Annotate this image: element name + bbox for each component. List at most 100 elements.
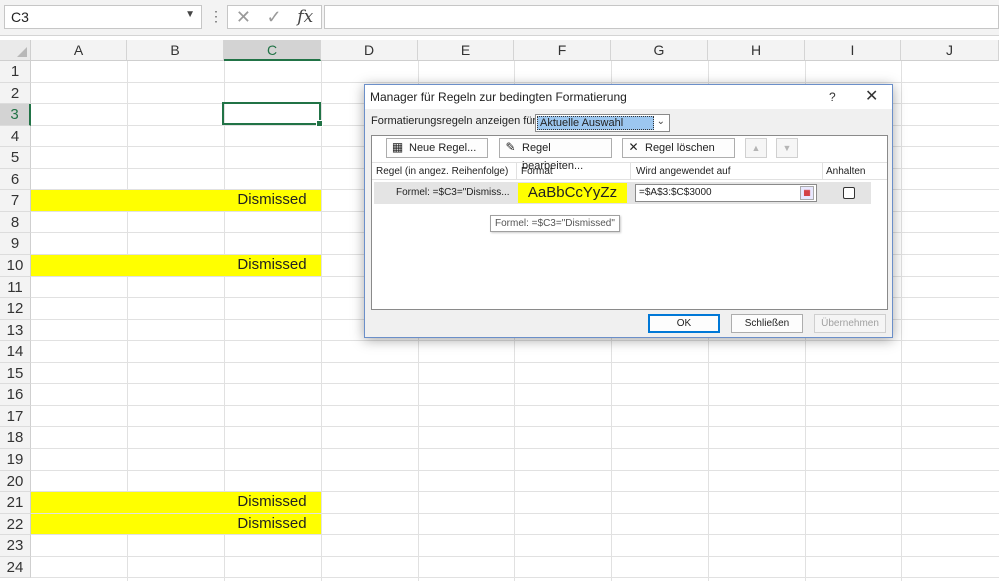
row-header-14[interactable]: 14 xyxy=(0,341,31,363)
name-box[interactable]: C3 ▼ xyxy=(4,5,202,29)
row-header-9[interactable]: 9 xyxy=(0,233,31,255)
row-header-23[interactable]: 23 xyxy=(0,535,31,557)
stop-if-true-checkbox[interactable] xyxy=(843,187,855,199)
help-button[interactable]: ? xyxy=(829,85,836,109)
gridline xyxy=(31,426,999,427)
row-header-24[interactable]: 24 xyxy=(0,557,31,578)
delete-rule-label: Regel löschen xyxy=(645,142,715,154)
show-rules-select[interactable]: Aktuelle Auswahl ⌄ xyxy=(535,114,670,132)
apply-button[interactable]: Übernehmen xyxy=(814,314,886,333)
cancel-icon[interactable]: ✕ xyxy=(236,7,251,28)
row-header-13[interactable]: 13 xyxy=(0,320,31,341)
row-header-12[interactable]: 12 xyxy=(0,298,31,320)
formula-buttons: ✕ ✓ fx xyxy=(227,5,322,29)
column-header-e[interactable]: E xyxy=(418,40,514,61)
dialog-title-bar[interactable]: Manager für Regeln zur bedingten Formati… xyxy=(365,85,892,109)
new-rule-icon: ▦ xyxy=(391,140,404,154)
new-rule-button[interactable]: ▦ Neue Regel... xyxy=(386,138,488,158)
applies-to-input[interactable]: =$A$3:$C$3000 ▦ xyxy=(635,184,817,202)
formula-input[interactable] xyxy=(324,5,999,29)
chevron-down-icon[interactable]: ⌄ xyxy=(657,116,665,127)
formula-bar: C3 ▼ ⋮ ✕ ✓ fx xyxy=(0,0,999,36)
row-header-16[interactable]: 16 xyxy=(0,384,31,406)
row-header-2[interactable]: 2 xyxy=(0,83,31,104)
close-icon[interactable]: ✕ xyxy=(865,85,878,109)
row-header-3[interactable]: 3 xyxy=(0,104,31,126)
range-select-icon[interactable]: ▦ xyxy=(800,186,814,200)
chevron-down-icon[interactable]: ▼ xyxy=(185,9,195,20)
ok-button[interactable]: OK xyxy=(648,314,720,333)
rule-tooltip: Formel: =$C3="Dismissed" xyxy=(490,215,620,232)
applies-to-value: =$A$3:$C$3000 xyxy=(639,187,712,198)
show-rules-label: Formatierungsregeln anzeigen für: xyxy=(371,115,540,127)
close-button[interactable]: Schließen xyxy=(731,314,803,333)
column-header-b[interactable]: B xyxy=(127,40,224,61)
insert-function-icon[interactable]: fx xyxy=(297,7,313,27)
row-header-22[interactable]: 22 xyxy=(0,514,31,535)
show-rules-value: Aktuelle Auswahl xyxy=(537,116,654,130)
edit-rule-button[interactable]: ✎ Regel bearbeiten... xyxy=(499,138,612,172)
cell-c10[interactable]: Dismissed xyxy=(224,254,320,276)
row-header-5[interactable]: 5 xyxy=(0,147,31,169)
row-header-18[interactable]: 18 xyxy=(0,427,31,449)
gridline xyxy=(31,470,999,471)
more-options-icon[interactable]: ⋮ xyxy=(209,8,223,25)
row-header-20[interactable]: 20 xyxy=(0,471,31,492)
new-rule-label: Neue Regel... xyxy=(409,142,477,154)
row-header-1[interactable]: 1 xyxy=(0,61,31,83)
delete-icon: ✕ xyxy=(628,140,639,154)
row-header-10[interactable]: 10 xyxy=(0,255,31,277)
column-header-g[interactable]: G xyxy=(611,40,708,61)
move-up-button[interactable]: ▲ xyxy=(745,138,767,158)
gridline xyxy=(31,556,999,557)
column-header-f[interactable]: F xyxy=(514,40,611,61)
header-applies-to: Wird angewendet auf xyxy=(636,166,731,177)
row-header-7[interactable]: 7 xyxy=(0,190,31,212)
row-header-15[interactable]: 15 xyxy=(0,363,31,384)
column-header-a[interactable]: A xyxy=(31,40,127,61)
dialog-title: Manager für Regeln zur bedingten Formati… xyxy=(370,90,627,104)
header-divider xyxy=(822,163,823,180)
row-header-4[interactable]: 4 xyxy=(0,126,31,147)
cell-c21[interactable]: Dismissed xyxy=(224,491,320,513)
cell-c22[interactable]: Dismissed xyxy=(224,513,320,535)
column-header-j[interactable]: J xyxy=(901,40,999,61)
gridline xyxy=(901,61,902,581)
gridline xyxy=(31,491,999,492)
row-header-6[interactable]: 6 xyxy=(0,169,31,190)
row-header-8[interactable]: 8 xyxy=(0,212,31,233)
rule-formula: Formel: =$C3="Dismiss... xyxy=(396,187,510,198)
row-header-11[interactable]: 11 xyxy=(0,277,31,298)
column-header-d[interactable]: D xyxy=(321,40,418,61)
row-header-19[interactable]: 19 xyxy=(0,449,31,471)
row-header-17[interactable]: 17 xyxy=(0,406,31,427)
rules-list-header: Regel (in angez. Reihenfolge) Format Wir… xyxy=(372,162,887,180)
conditional-formatting-dialog: Manager für Regeln zur bedingten Formati… xyxy=(364,84,893,338)
gridline xyxy=(31,534,999,535)
column-header-h[interactable]: H xyxy=(708,40,805,61)
header-stop: Anhalten xyxy=(826,166,866,177)
gridline xyxy=(31,82,999,83)
select-all-corner[interactable] xyxy=(0,40,31,61)
name-box-value: C3 xyxy=(11,9,29,25)
active-cell-c3[interactable] xyxy=(222,102,323,127)
gridline xyxy=(31,513,999,514)
column-header-c[interactable]: C xyxy=(224,40,321,61)
gridline xyxy=(31,577,999,578)
delete-rule-button[interactable]: ✕ Regel löschen xyxy=(622,138,735,158)
enter-icon[interactable]: ✓ xyxy=(267,7,282,28)
header-divider xyxy=(516,163,517,180)
gridline xyxy=(31,362,999,363)
cell-c7[interactable]: Dismissed xyxy=(224,189,320,211)
edit-rule-icon: ✎ xyxy=(505,140,516,154)
rule-row[interactable]: Formel: =$C3="Dismiss... AaBbCcYyZz =$A$… xyxy=(374,182,871,204)
header-divider xyxy=(630,163,631,180)
rules-panel: ▦ Neue Regel... ✎ Regel bearbeiten... ✕ … xyxy=(371,135,888,310)
row-header-21[interactable]: 21 xyxy=(0,492,31,514)
gridline xyxy=(321,61,322,581)
move-down-button[interactable]: ▼ xyxy=(776,138,798,158)
header-format: Format xyxy=(521,166,553,177)
format-preview: AaBbCcYyZz xyxy=(518,183,627,203)
gridline xyxy=(31,448,999,449)
column-header-i[interactable]: I xyxy=(805,40,901,61)
